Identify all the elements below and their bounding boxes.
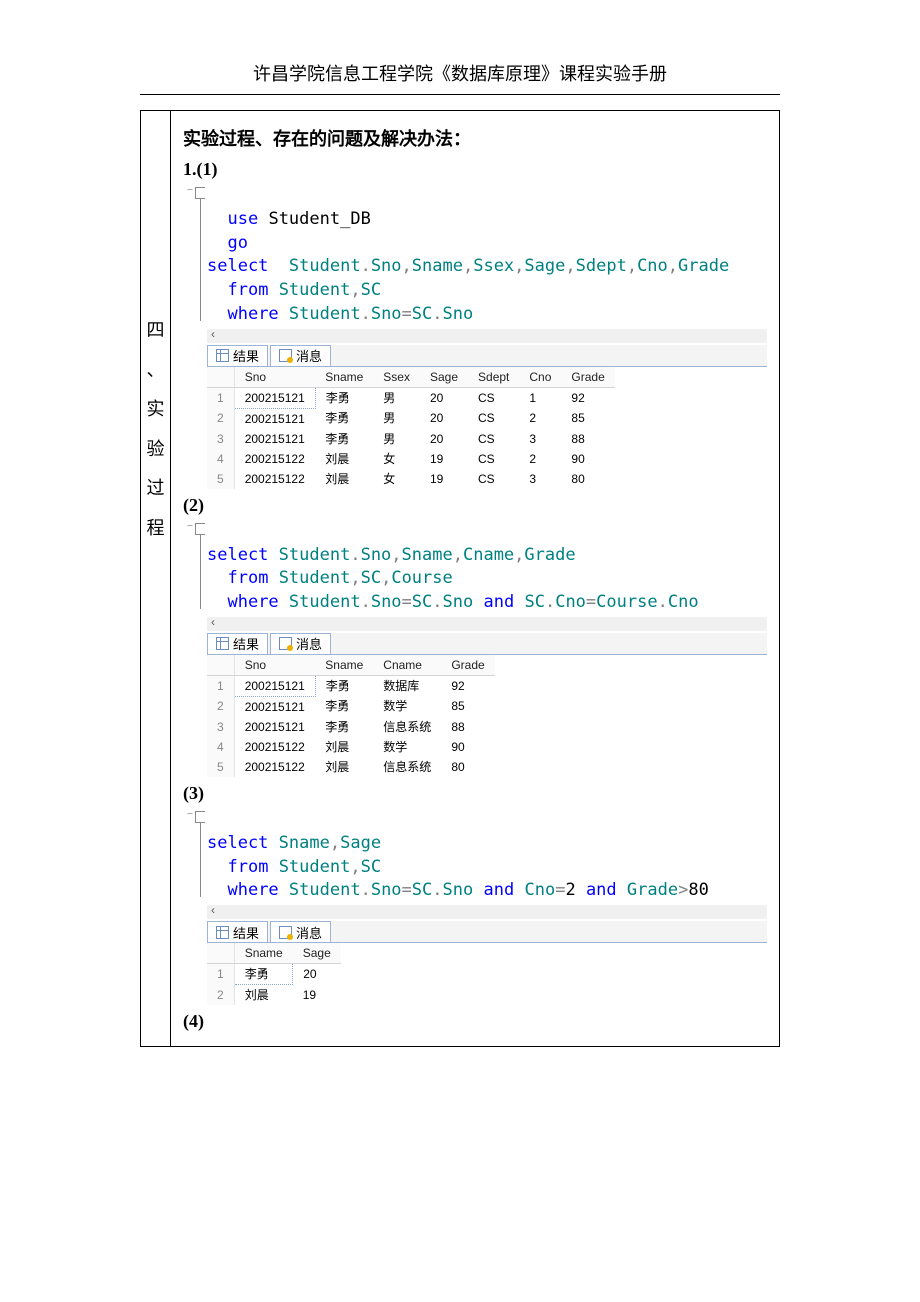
header-underline <box>140 94 780 95</box>
scroll-left-icon[interactable] <box>207 329 767 343</box>
results-grid-3: SnameSage1李勇202刘晨19 <box>207 943 341 1005</box>
tab-results[interactable]: 结果 <box>207 633 268 654</box>
message-icon <box>279 637 292 650</box>
page-header: 许昌学院信息工程学院《数据库原理》课程实验手册 <box>0 60 920 86</box>
grid-icon <box>216 637 229 650</box>
results-grid-2: SnoSnameCnameGrade1200215121李勇数据库9222002… <box>207 655 495 777</box>
tab-results[interactable]: 结果 <box>207 921 268 942</box>
tab-messages[interactable]: 消息 <box>270 345 331 366</box>
scroll-left-icon[interactable] <box>207 905 767 919</box>
collapse-icon[interactable] <box>195 187 205 199</box>
tab-bar-2: 结果 消息 <box>207 633 767 655</box>
tab-messages[interactable]: 消息 <box>270 921 331 942</box>
sql-block-2: select Student.Sno,Sname,Cname,Grade fro… <box>207 520 767 615</box>
label-2: (2) <box>183 495 767 516</box>
document-frame: 四 、 实 验 过 程 实验过程、存在的问题及解决办法： 1.(1) use S… <box>140 110 780 1047</box>
grid-icon <box>216 349 229 362</box>
tab-bar-1: 结果 消息 <box>207 345 767 367</box>
results-grid-1: SnoSnameSsexSageSdeptCnoGrade1200215121李… <box>207 367 615 489</box>
side-column: 四 、 实 验 过 程 <box>141 111 171 1047</box>
collapse-icon[interactable] <box>195 811 205 823</box>
scroll-left-icon[interactable] <box>207 617 767 631</box>
collapse-icon[interactable] <box>195 523 205 535</box>
sql-block-3: select Sname,Sage from Student,SC where … <box>207 808 767 903</box>
section-title: 实验过程、存在的问题及解决办法： <box>183 125 767 151</box>
label-3: (3) <box>183 783 767 804</box>
label-4: (4) <box>183 1011 767 1032</box>
tab-results[interactable]: 结果 <box>207 345 268 366</box>
message-icon <box>279 349 292 362</box>
content-column: 实验过程、存在的问题及解决办法： 1.(1) use Student_DB go… <box>171 111 780 1047</box>
grid-icon <box>216 926 229 939</box>
label-1-1: 1.(1) <box>183 159 767 180</box>
message-icon <box>279 926 292 939</box>
tab-bar-3: 结果 消息 <box>207 921 767 943</box>
sql-block-1: use Student_DB go select Student.Sno,Sna… <box>207 184 767 327</box>
tab-messages[interactable]: 消息 <box>270 633 331 654</box>
